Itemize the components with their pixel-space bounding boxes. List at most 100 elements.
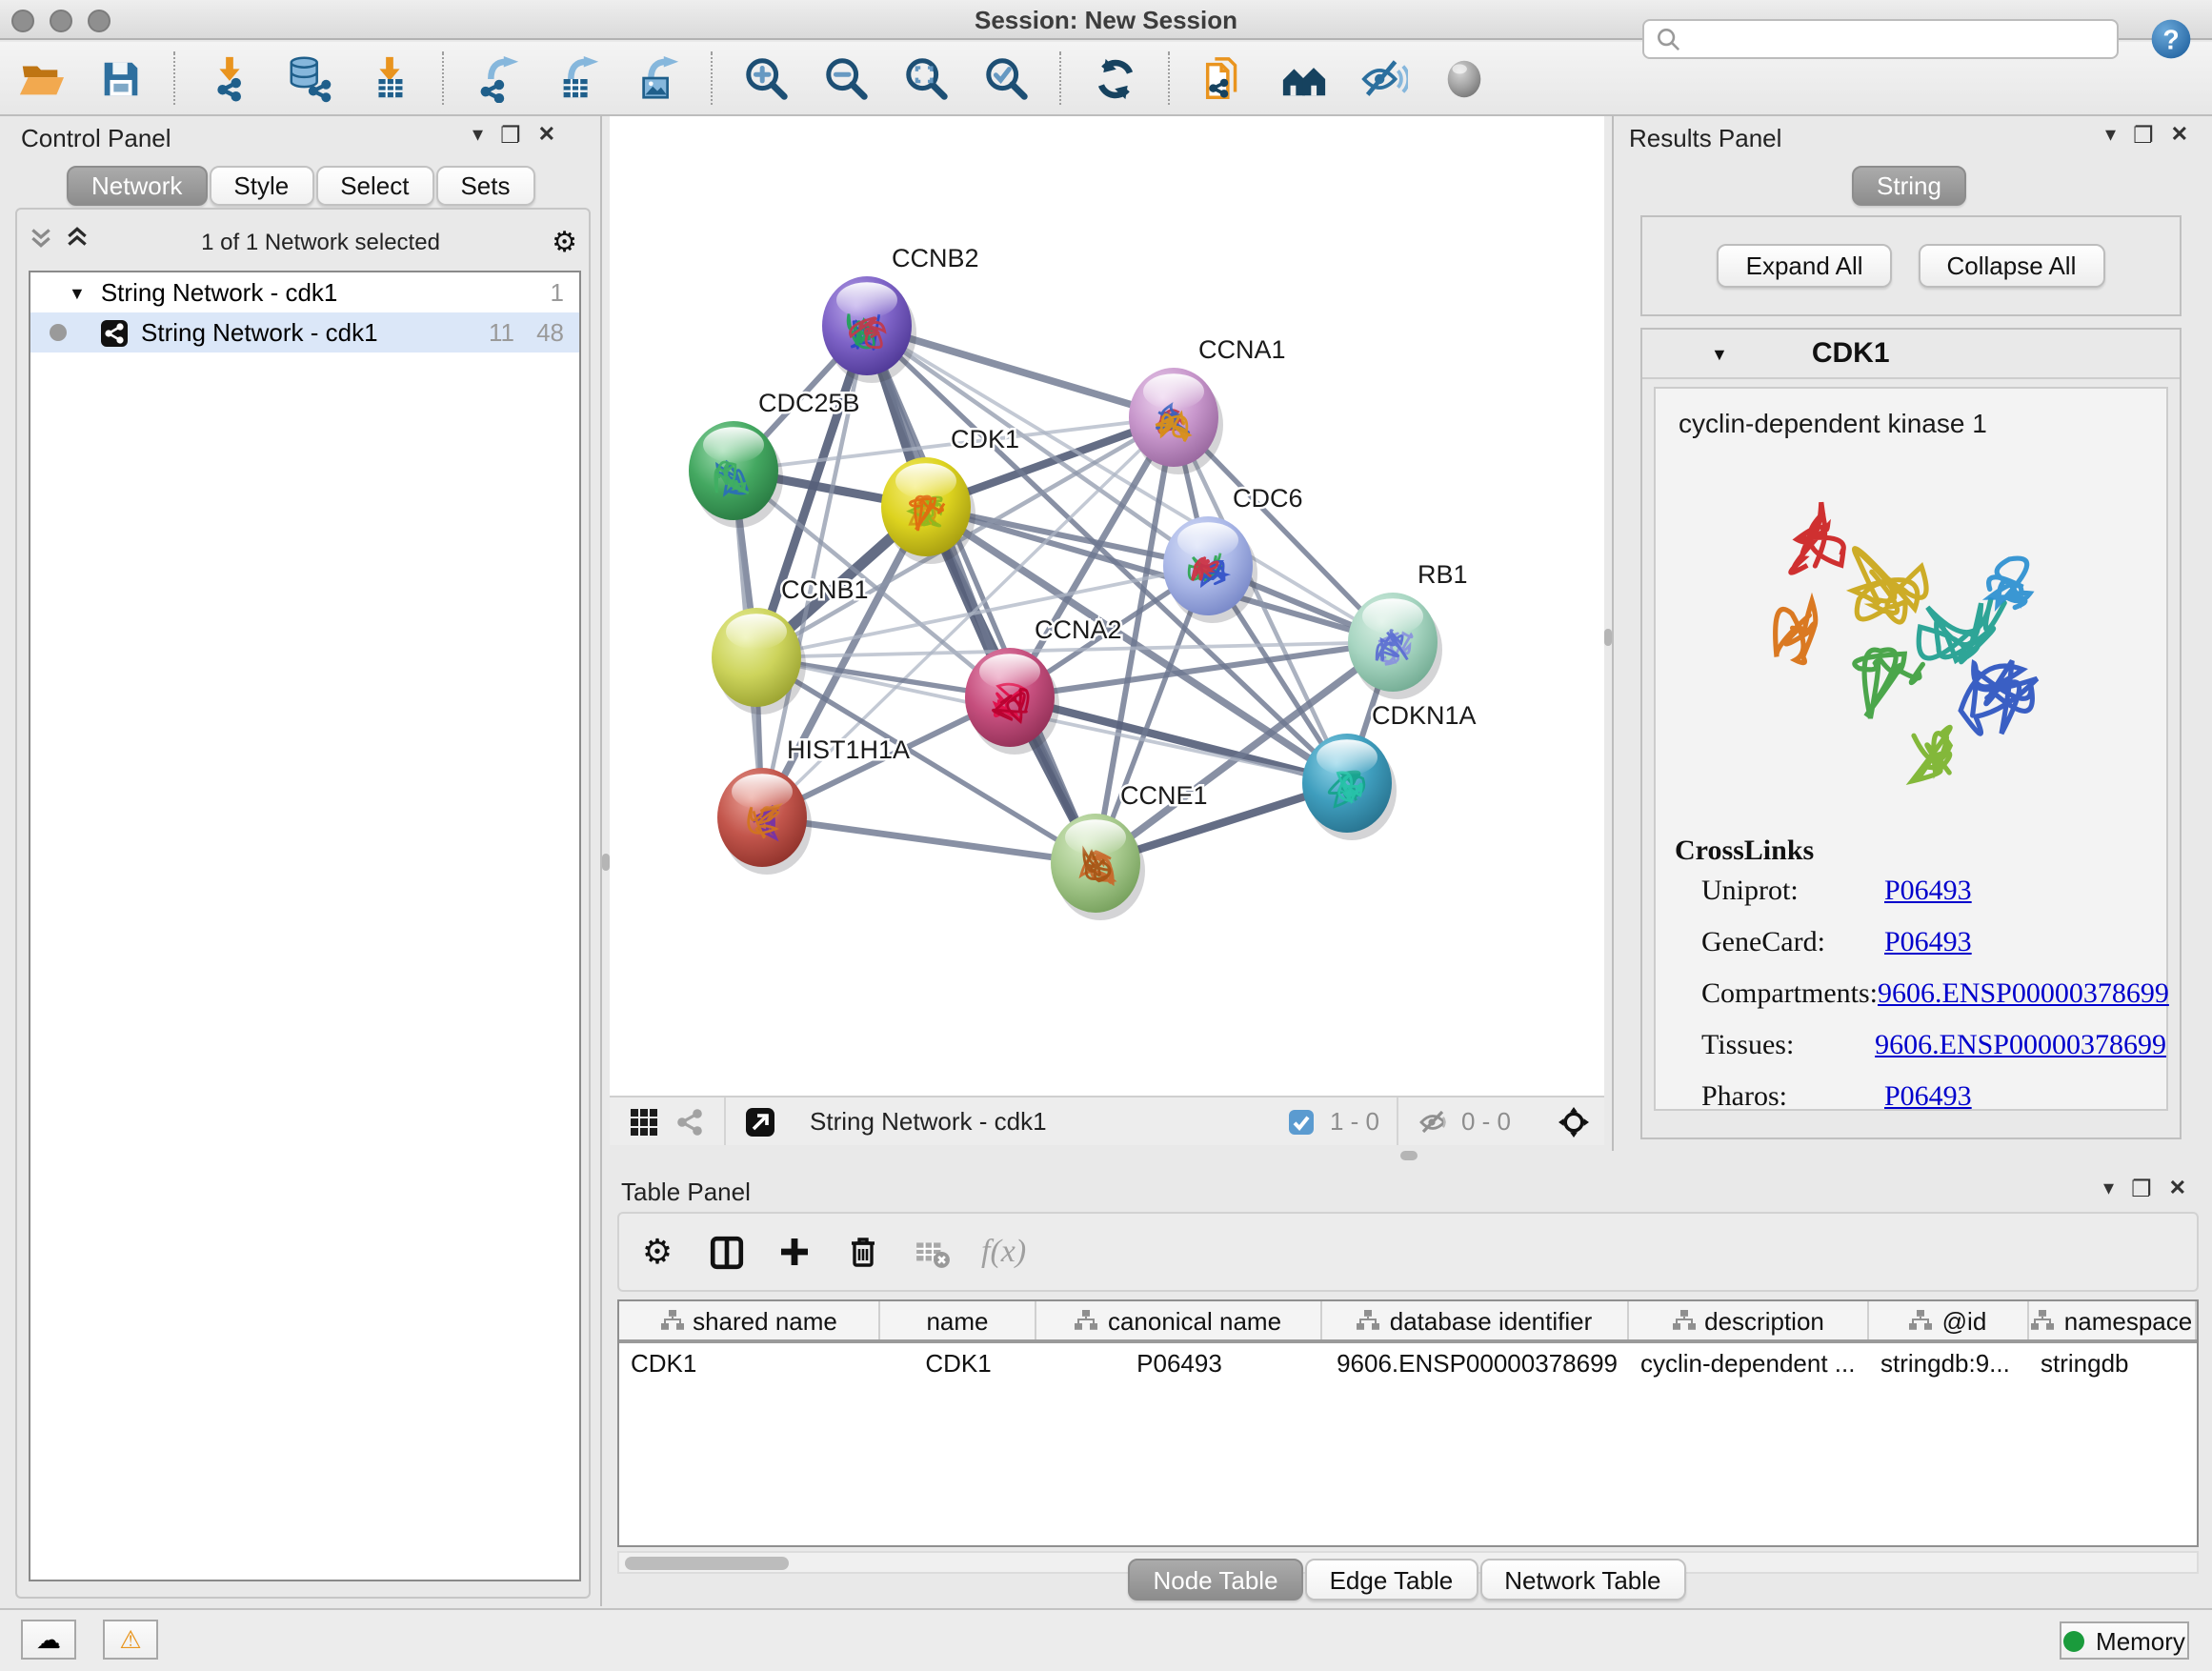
tab-string[interactable]: String [1852, 166, 1966, 206]
hide-panels-button[interactable] [1358, 53, 1408, 103]
session-sphere-button[interactable] [1438, 53, 1488, 103]
float-results-icon[interactable]: ❐ [2133, 124, 2154, 149]
delete-column-trash-icon[interactable] [844, 1233, 882, 1271]
collapse-all-tree-icon[interactable] [65, 225, 90, 259]
open-in-new-window-icon[interactable] [745, 1106, 775, 1137]
open-session-button[interactable] [15, 53, 65, 103]
table-settings-gear-icon[interactable]: ⚙ [638, 1233, 676, 1271]
table-row[interactable]: CDK1CDK1P064939606.ENSP00000378699cyclin… [619, 1343, 2197, 1381]
toolbar-divider [442, 51, 444, 105]
node-CDC6[interactable]: CDC6 [1163, 484, 1303, 623]
column-header-shared-name[interactable]: shared name [619, 1301, 880, 1339]
refresh-button[interactable] [1090, 53, 1139, 103]
node-label-HIST1H1A: HIST1H1A [787, 735, 910, 764]
column-header-database-identifier[interactable]: database identifier [1322, 1301, 1629, 1339]
horizontal-splitter-handle[interactable] [1400, 1151, 1418, 1160]
zoom-selected-icon [982, 54, 1030, 102]
crosslink-link[interactable]: P06493 [1884, 876, 1972, 909]
network-view-canvas[interactable]: CCNB2CCNA1CDC25BCDK1CDC6RB1CCNB1CCNA2CDK… [610, 116, 1604, 1145]
gene-collapse-icon[interactable]: ▼ [1711, 344, 1728, 363]
tab-select[interactable]: Select [315, 166, 433, 206]
string-network-graph[interactable]: CCNB2CCNA1CDC25BCDK1CDC6RB1CCNB1CCNA2CDK… [610, 116, 1604, 1096]
fit-selected-crosshair-icon[interactable] [1558, 1106, 1589, 1137]
tab-network[interactable]: Network [67, 166, 207, 206]
hidden-eye-slash-icon[interactable] [1418, 1106, 1448, 1137]
crosslink-link[interactable]: P06493 [1884, 1082, 1972, 1115]
tab-network-table[interactable]: Network Table [1479, 1559, 1685, 1601]
column-header-canonical-name[interactable]: canonical name [1036, 1301, 1322, 1339]
network-collection-row[interactable]: ▼ String Network - cdk1 1 [30, 272, 579, 312]
zoom-in-button[interactable] [741, 53, 791, 103]
zoom-fit-button[interactable] [901, 53, 951, 103]
memory-status-dot [2063, 1630, 2084, 1651]
search-input[interactable] [1688, 24, 2105, 54]
column-header-description[interactable]: description [1629, 1301, 1869, 1339]
close-table-icon[interactable]: ✕ [2169, 1178, 2186, 1202]
import-network-button[interactable] [204, 53, 253, 103]
import-network-database-button[interactable] [284, 53, 333, 103]
table-cell: stringdb [2029, 1348, 2197, 1377]
column-header-name[interactable]: name [880, 1301, 1036, 1339]
float-panel-icon[interactable]: ❐ [500, 124, 521, 149]
expand-all-tree-icon[interactable] [29, 225, 53, 259]
close-results-icon[interactable]: ✕ [2171, 124, 2188, 149]
network-row-selected[interactable]: String Network - cdk1 11 48 [30, 312, 579, 352]
tab-node-table[interactable]: Node Table [1128, 1559, 1302, 1601]
expand-all-button[interactable]: Expand All [1718, 244, 1892, 288]
export-image-button[interactable] [633, 53, 682, 103]
cloud-status-button[interactable]: ☁ [21, 1620, 76, 1660]
home-button[interactable] [1278, 53, 1328, 103]
column-header-namespace[interactable]: namespace [2029, 1301, 2197, 1339]
zoom-selected-button[interactable] [981, 53, 1031, 103]
node-HIST1H1A[interactable]: HIST1H1A [717, 735, 910, 875]
tab-style[interactable]: Style [209, 166, 313, 206]
collapse-panel-icon[interactable]: ▾ [473, 124, 483, 149]
search-field[interactable] [1642, 19, 2119, 59]
crosslink-link[interactable]: P06493 [1884, 928, 1972, 960]
save-session-icon [96, 54, 144, 102]
show-columns-icon[interactable] [707, 1233, 745, 1271]
node-CCNB2[interactable]: CCNB2 [822, 244, 979, 383]
crosslink-link[interactable]: 9606.ENSP00000378699 [1875, 1031, 2166, 1063]
import-table-button[interactable] [364, 53, 413, 103]
float-table-icon[interactable]: ❐ [2131, 1178, 2152, 1202]
current-network-name: String Network - cdk1 [810, 1107, 1047, 1136]
export-network-icon [473, 54, 521, 102]
warnings-button[interactable]: ⚠ [103, 1620, 158, 1660]
node-CDKN1A[interactable]: CDKN1A [1302, 701, 1477, 840]
collapse-results-icon[interactable]: ▾ [2105, 124, 2116, 149]
right-splitter-handle[interactable] [1604, 629, 1612, 646]
save-session-button[interactable] [95, 53, 145, 103]
node-label-CDKN1A: CDKN1A [1372, 701, 1477, 730]
collapse-all-button[interactable]: Collapse All [1919, 244, 2105, 288]
node-label-CDC25B: CDC25B [758, 389, 860, 417]
help-button[interactable]: ? [2149, 17, 2193, 61]
table-toolbar: ⚙ f(x) [617, 1212, 2199, 1292]
protein-structure-image [1711, 453, 2111, 825]
collapse-table-icon[interactable]: ▾ [2103, 1178, 2114, 1202]
selected-checkbox-icon[interactable] [1286, 1106, 1317, 1137]
zoom-out-button[interactable] [821, 53, 871, 103]
crosslink-link[interactable]: 9606.ENSP00000378699 [1878, 979, 2169, 1012]
export-table-button[interactable] [553, 53, 602, 103]
network-share-icon[interactable] [674, 1106, 705, 1137]
export-network-button[interactable] [473, 53, 522, 103]
share-document-button[interactable] [1198, 53, 1248, 103]
left-splitter-handle[interactable] [602, 854, 610, 871]
column-header--id[interactable]: @id [1869, 1301, 2029, 1339]
tab-sets[interactable]: Sets [435, 166, 534, 206]
node-RB1[interactable]: RB1 [1348, 560, 1468, 699]
collection-expand-icon[interactable]: ▼ [69, 283, 86, 302]
node-table[interactable]: shared namenamecanonical namedatabase id… [617, 1299, 2199, 1547]
close-panel-icon[interactable]: ✕ [538, 124, 555, 149]
gene-section-header[interactable]: ▼ CDK1 [1642, 330, 2180, 379]
edge-CCNE1-HIST1H1A[interactable] [762, 817, 1096, 863]
birds-eye-view-icon[interactable] [629, 1106, 659, 1137]
memory-button[interactable]: Memory [2060, 1621, 2189, 1660]
node-CCNE1[interactable]: CCNE1 [1051, 781, 1208, 920]
create-column-plus-icon[interactable] [775, 1233, 814, 1271]
tab-edge-table[interactable]: Edge Table [1305, 1559, 1478, 1601]
network-panel-gear-icon[interactable]: ⚙ [552, 225, 577, 259]
node-CCNB1[interactable]: CCNB1 [712, 575, 869, 715]
node-CCNA1[interactable]: CCNA1 [1129, 335, 1286, 474]
